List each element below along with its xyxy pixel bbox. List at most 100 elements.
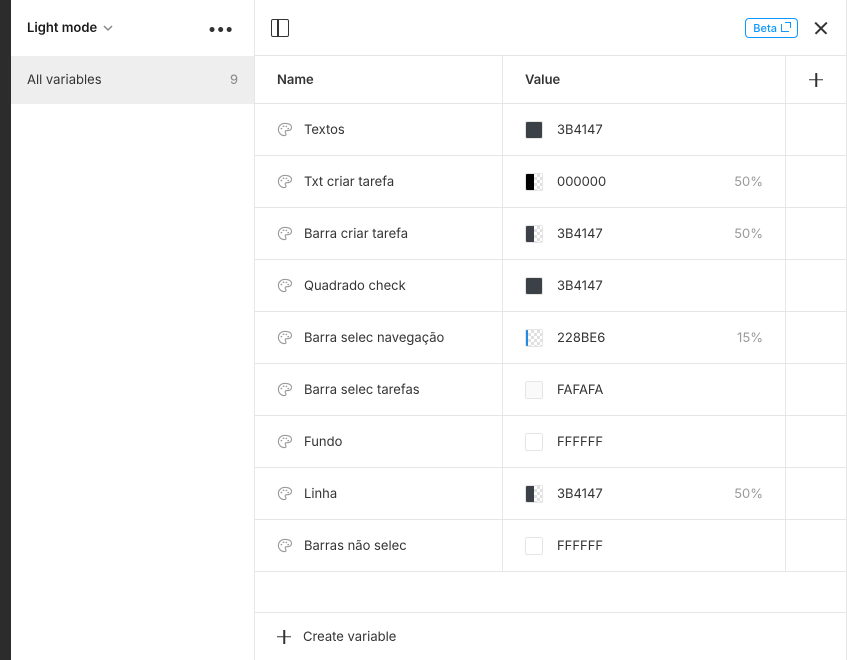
hex-label: 3B4147 (557, 122, 603, 138)
hex-label: 3B4147 (557, 486, 603, 502)
palette-icon (277, 330, 292, 345)
hex-label: FFFFFF (557, 434, 603, 450)
variable-name-cell[interactable]: Barra selec tarefas (255, 364, 503, 415)
variable-value-cell[interactable]: 3B4147 (503, 104, 786, 155)
table-row[interactable]: Fundo FFFFFF (255, 416, 846, 468)
variable-value-cell[interactable]: 3B4147 50% (503, 468, 786, 519)
external-link-icon (781, 23, 790, 32)
variable-name-label: Textos (304, 122, 345, 138)
row-end-cell (786, 156, 846, 207)
variable-name-cell[interactable]: Fundo (255, 416, 503, 467)
table-row[interactable]: Linha 3B4147 50% (255, 468, 846, 520)
beta-badge[interactable]: Beta (745, 18, 798, 38)
variable-name-cell[interactable]: Linha (255, 468, 503, 519)
create-variable-label: Create variable (303, 629, 396, 645)
table-row[interactable]: Barra criar tarefa 3B4147 50% (255, 208, 846, 260)
variable-name-cell[interactable]: Barra criar tarefa (255, 208, 503, 259)
color-swatch (525, 381, 543, 399)
hex-label: 3B4147 (557, 278, 603, 294)
variable-name-label: Quadrado check (304, 278, 406, 294)
variable-name-cell[interactable]: Quadrado check (255, 260, 503, 311)
plus-icon (809, 73, 823, 87)
sidebar-group-all-variables[interactable]: All variables 9 (11, 56, 254, 104)
table-row[interactable]: Barra selec tarefas FAFAFA (255, 364, 846, 416)
color-swatch (525, 225, 543, 243)
column-header-name[interactable]: Name (255, 56, 503, 103)
row-end-cell (786, 416, 846, 467)
row-end-cell (786, 312, 846, 363)
hex-label: 000000 (557, 174, 606, 190)
mode-selector-label[interactable]: Light mode (27, 20, 97, 36)
variable-value-cell[interactable]: FAFAFA (503, 364, 786, 415)
columns-header: Name Value (255, 56, 846, 104)
color-swatch (525, 173, 543, 191)
variable-value-cell[interactable]: 3B4147 (503, 260, 786, 311)
color-swatch (525, 329, 543, 347)
palette-icon (277, 174, 292, 189)
table-row[interactable]: Barras não selec FFFFFF (255, 520, 846, 572)
palette-icon (277, 226, 292, 241)
panel-header: Beta (255, 0, 846, 56)
hex-label: FAFAFA (557, 382, 603, 398)
sidebar-header: Light mode ••• (11, 0, 254, 56)
color-swatch (525, 121, 543, 139)
palette-icon (277, 486, 292, 501)
opacity-label: 50% (734, 486, 763, 502)
table-row[interactable]: Barra selec navegação 228BE6 15% (255, 312, 846, 364)
variable-name-cell[interactable]: Txt criar tarefa (255, 156, 503, 207)
more-options-icon[interactable]: ••• (204, 14, 238, 42)
variable-name-cell[interactable]: Barra selec navegação (255, 312, 503, 363)
color-swatch (525, 485, 543, 503)
palette-icon (277, 434, 292, 449)
row-end-cell (786, 468, 846, 519)
close-icon[interactable] (812, 19, 830, 37)
variable-value-cell[interactable]: 000000 50% (503, 156, 786, 207)
hex-label: 3B4147 (557, 226, 603, 242)
sidebar-group-label: All variables (27, 72, 230, 88)
variable-value-cell[interactable]: 228BE6 15% (503, 312, 786, 363)
row-end-cell (786, 520, 846, 571)
variable-value-cell[interactable]: FFFFFF (503, 416, 786, 467)
column-header-value[interactable]: Value (503, 56, 786, 103)
beta-badge-label: Beta (753, 21, 777, 35)
variable-name-label: Fundo (304, 434, 342, 450)
color-swatch (525, 433, 543, 451)
opacity-label: 50% (734, 226, 763, 242)
add-column-button[interactable] (786, 56, 846, 103)
table-row[interactable]: Textos 3B4147 (255, 104, 846, 156)
variable-name-cell[interactable]: Barras não selec (255, 520, 503, 571)
variable-value-cell[interactable]: 3B4147 50% (503, 208, 786, 259)
table-row[interactable]: Quadrado check 3B4147 (255, 260, 846, 312)
chevron-down-icon[interactable] (103, 23, 113, 33)
table-row[interactable]: Txt criar tarefa 000000 50% (255, 156, 846, 208)
variable-name-label: Barra selec tarefas (304, 382, 420, 398)
row-end-cell (786, 208, 846, 259)
row-end-cell (786, 260, 846, 311)
variable-name-cell[interactable]: Textos (255, 104, 503, 155)
opacity-label: 50% (734, 174, 763, 190)
variable-name-label: Barra selec navegação (304, 330, 444, 346)
app-strip (0, 0, 11, 660)
sidebar: Light mode ••• All variables 9 (11, 0, 255, 660)
variable-name-label: Txt criar tarefa (304, 174, 394, 190)
row-end-cell (786, 104, 846, 155)
hex-label: FFFFFF (557, 538, 603, 554)
variable-rows: Textos3B4147Txt criar tarefa00000050%Bar… (255, 104, 846, 612)
variable-value-cell[interactable]: FFFFFF (503, 520, 786, 571)
palette-icon (277, 122, 292, 137)
plus-icon (277, 630, 291, 644)
row-end-cell (786, 364, 846, 415)
color-swatch (525, 537, 543, 555)
opacity-label: 15% (737, 330, 763, 346)
variable-name-label: Barras não selec (304, 538, 407, 554)
palette-icon (277, 382, 292, 397)
sidebar-group-count: 9 (230, 72, 238, 88)
variable-name-label: Barra criar tarefa (304, 226, 408, 242)
palette-icon (277, 278, 292, 293)
hex-label: 228BE6 (557, 330, 605, 346)
panel-layout-icon[interactable] (271, 19, 289, 37)
variable-name-label: Linha (304, 486, 337, 502)
main-panel: Beta Name Value Textos 3B4147 Txt criar ta… (255, 0, 847, 660)
palette-icon (277, 538, 292, 553)
create-variable-button[interactable]: Create variable (255, 612, 846, 660)
